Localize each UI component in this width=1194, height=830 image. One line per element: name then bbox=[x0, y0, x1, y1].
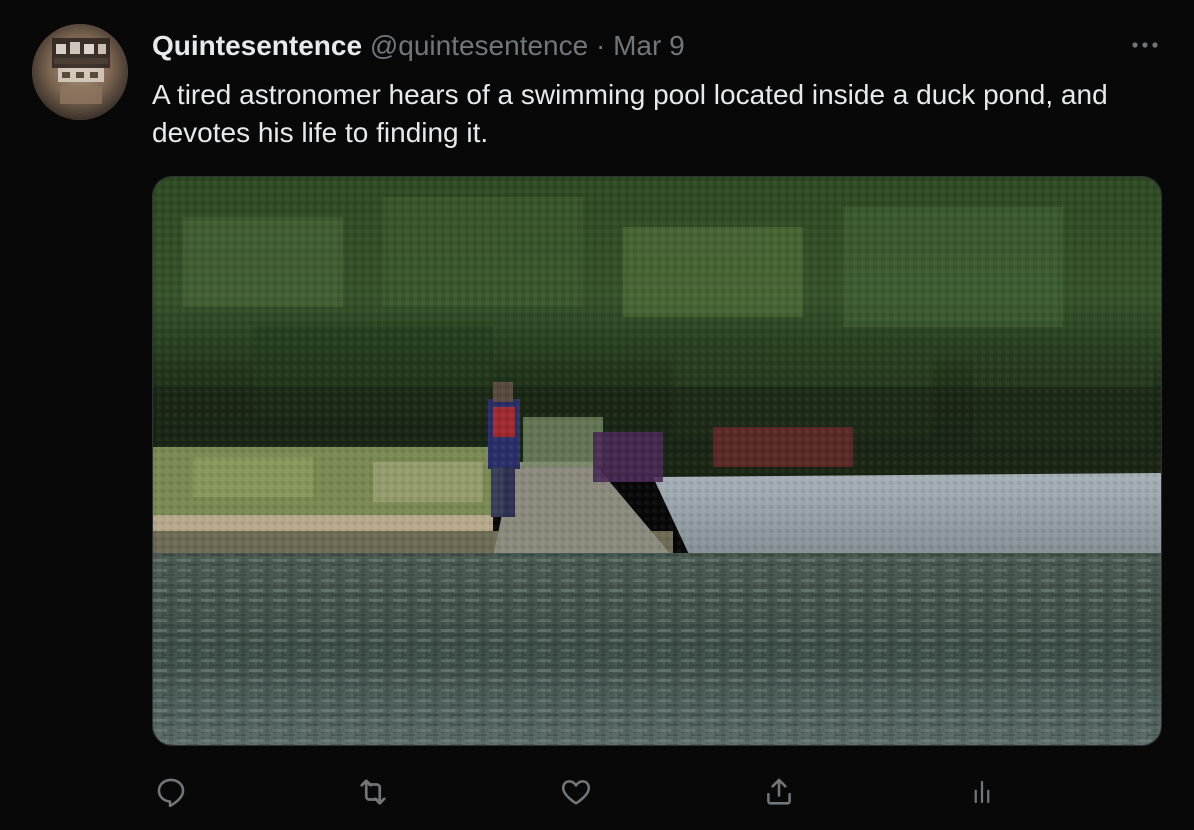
heart-icon bbox=[561, 780, 591, 805]
tweet-photo[interactable] bbox=[152, 176, 1162, 746]
header-separator: · bbox=[595, 30, 606, 61]
reply-button[interactable] bbox=[149, 770, 193, 814]
share-icon bbox=[767, 778, 791, 805]
analytics-icon bbox=[974, 780, 990, 804]
analytics-button[interactable] bbox=[960, 770, 1004, 814]
retweet-icon bbox=[360, 779, 386, 805]
avatar[interactable] bbox=[32, 24, 128, 120]
tweet-text: A tired astronomer hears of a swimming p… bbox=[152, 79, 1108, 148]
more-options-button[interactable] bbox=[1128, 30, 1162, 60]
photo-image bbox=[153, 177, 1161, 745]
share-button[interactable] bbox=[757, 770, 801, 814]
user-handle[interactable]: @quintesentence bbox=[370, 30, 588, 61]
tweet-date[interactable]: Mar 9 bbox=[613, 30, 685, 61]
display-name[interactable]: Quintesentence bbox=[152, 30, 362, 61]
more-icon bbox=[1132, 42, 1158, 48]
retweet-button[interactable] bbox=[351, 770, 395, 814]
avatar-image bbox=[32, 24, 128, 120]
like-button[interactable] bbox=[554, 770, 598, 814]
reply-icon bbox=[157, 778, 185, 808]
tweet: Quintesentence @quintesentence · Mar 9 A… bbox=[0, 0, 1194, 830]
action-bar bbox=[152, 770, 1162, 814]
tweet-header: Quintesentence @quintesentence · Mar 9 bbox=[152, 29, 685, 63]
